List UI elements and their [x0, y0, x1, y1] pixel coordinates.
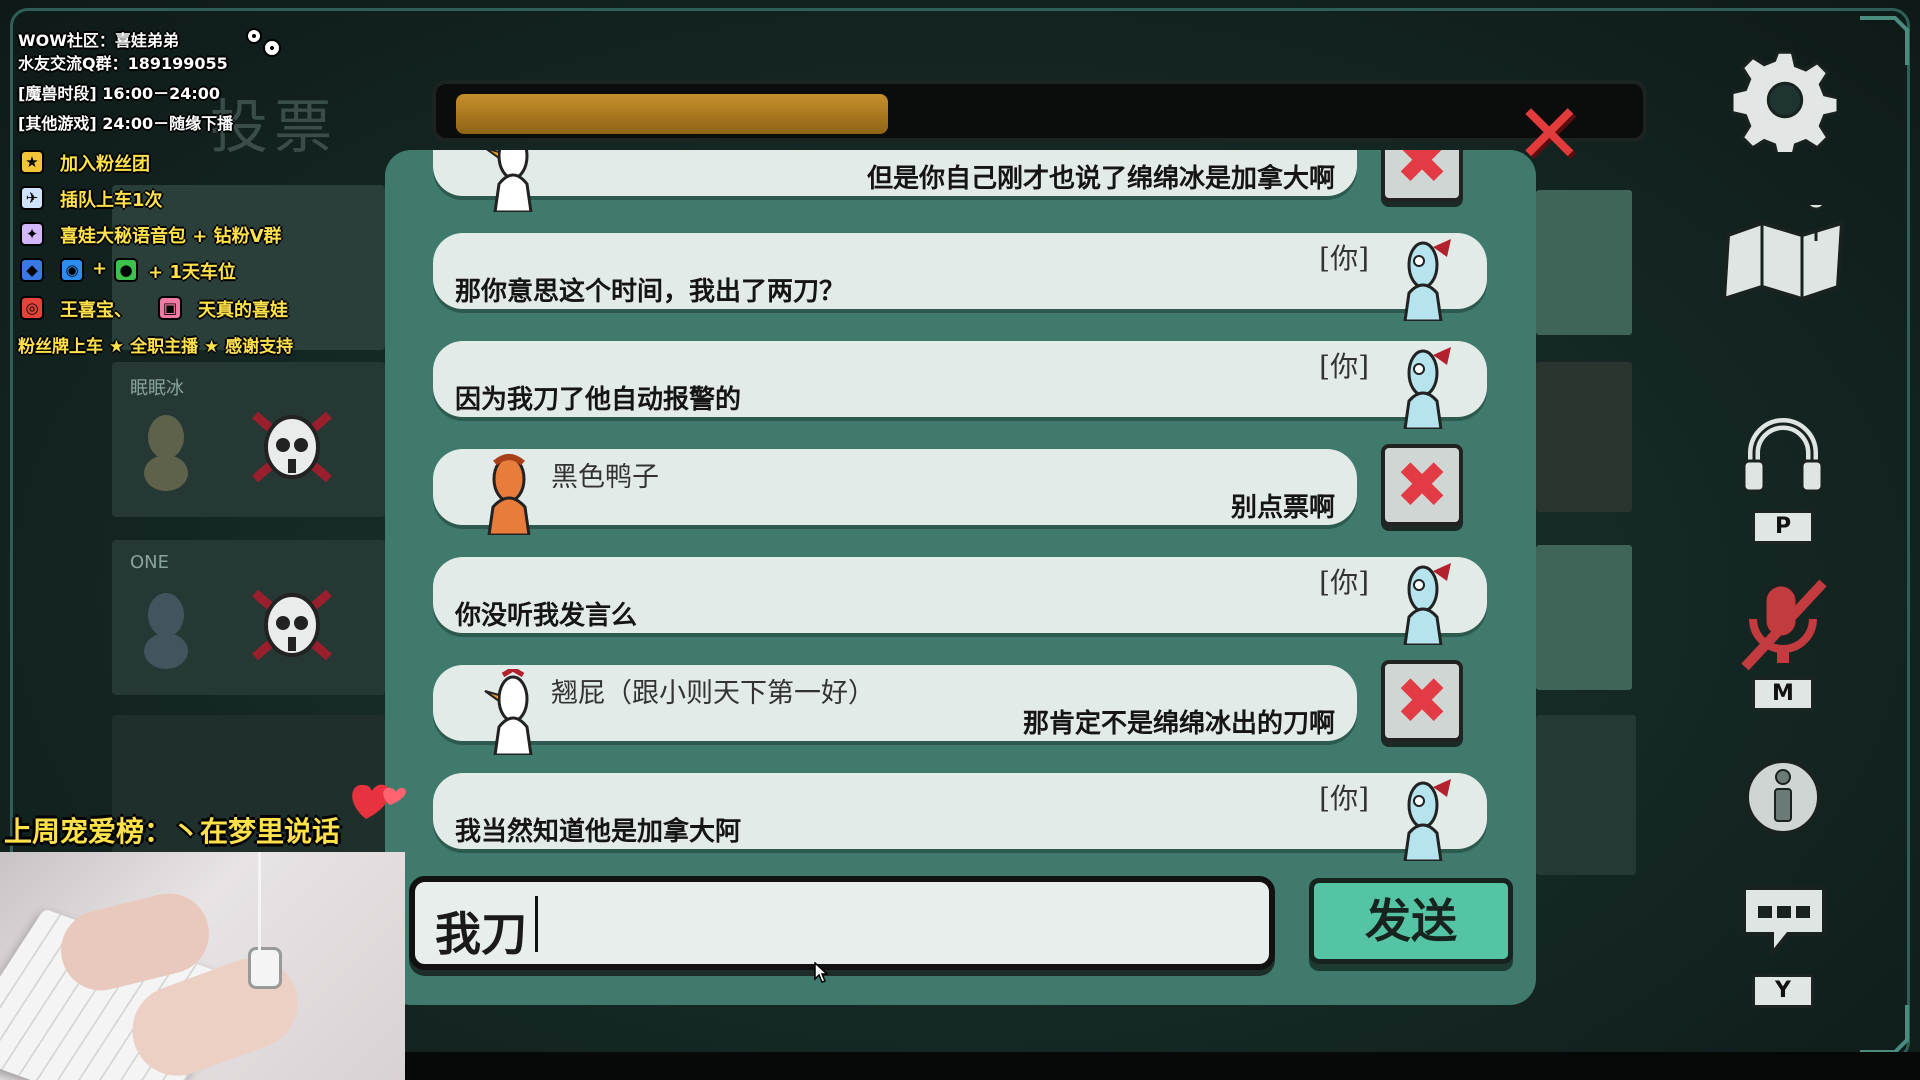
player-card-right: [1536, 715, 1636, 875]
report-x-icon: ✖: [1395, 665, 1449, 739]
qq-icon: ◆: [20, 258, 44, 282]
chat-message-text: 但是你自己刚才也说了绵绵冰是加拿大啊: [866, 164, 1335, 194]
chat-message-text: 我当然知道他是加拿大阿: [455, 817, 742, 847]
chat-message-text: 你没听我发言么: [455, 601, 638, 631]
chat-input-field[interactable]: 我刀: [409, 876, 1275, 970]
player-card-right[interactable]: [1536, 545, 1632, 690]
webcam-feed: [0, 852, 405, 1080]
chat-panel: 但是你自己刚才也说了绵绵冰是加拿大啊 ✖ [你] 那你意思这个时间，我出了两刀？…: [385, 150, 1536, 1005]
qq-channel-icon: ◉: [60, 258, 84, 282]
gear-icon[interactable]: [1733, 48, 1837, 152]
mute-key-label: M: [1752, 677, 1814, 711]
report-x-icon: ✖: [1395, 150, 1449, 199]
report-button[interactable]: ✖: [1381, 660, 1463, 742]
text-caret: [535, 896, 538, 952]
chat-message-self: [你] 你没听我发言么: [433, 557, 1487, 645]
overlay-item: +: [92, 258, 108, 279]
chat-message-list[interactable]: 但是你自己刚才也说了绵绵冰是加拿大啊 ✖ [你] 那你意思这个时间，我出了两刀？…: [385, 150, 1536, 870]
overlay-line: [其他游戏] 24:00－随缘下播: [18, 114, 234, 133]
chat-message-text: 那你意思这个时间，我出了两刀？: [455, 277, 846, 307]
player-card-right[interactable]: [1536, 190, 1632, 335]
plane-icon: ✈: [20, 186, 44, 210]
frame-corner-top-right: [1860, 16, 1909, 65]
eliminated-skull-icon: [252, 589, 332, 661]
headphone-cable-image: [258, 852, 261, 972]
dead-goose-avatar-icon: [144, 415, 188, 491]
watch-image: [248, 947, 282, 989]
chat-sender-name: 黑色鸭子: [551, 462, 659, 493]
chat-input-value: 我刀: [435, 907, 527, 961]
weibo-icon: ◎: [20, 296, 44, 320]
self-tag: [你]: [1319, 350, 1369, 383]
self-tag: [你]: [1319, 242, 1369, 275]
player-name: 眠眠冰: [130, 378, 184, 399]
goose-white-avatar-icon: [486, 150, 533, 212]
overlay-item: + 1天车位: [148, 262, 236, 283]
chat-message-text: 那肯定不是绵绵冰出的刀啊: [1022, 709, 1335, 739]
game-screen: 投票 眠眠冰 ONE ✕ P M Y 但是你自己刚才也说了绵绵冰是加拿大啊 ✖ …: [0, 0, 1920, 1080]
goose-white-avatar-icon: [484, 669, 533, 755]
self-tag: [你]: [1319, 782, 1369, 815]
mic-muted-icon[interactable]: [1735, 575, 1831, 675]
overlay-line: WOW社区：喜娃弟弟: [18, 31, 179, 50]
push-to-talk-key-label: P: [1752, 510, 1814, 544]
flower-decoration-icon: [246, 28, 281, 57]
self-tag: [你]: [1319, 566, 1369, 599]
chat-message-other: 但是你自己刚才也说了绵绵冰是加拿大啊: [433, 150, 1357, 212]
wechat-icon: ●: [114, 258, 138, 282]
frame-corner-bottom-right: [1860, 1005, 1909, 1054]
medal-icon: ✦: [20, 222, 44, 246]
vote-timer-fill: [456, 94, 888, 134]
report-button[interactable]: ✖: [1381, 444, 1463, 526]
chat-message-text: 因为我刀了他自动报警的: [455, 385, 742, 415]
chat-sender-name: 翘屁（跟小则天下第一好）: [551, 678, 875, 709]
overlay-item: 喜娃大秘语音包 + 钻粉V群: [60, 226, 282, 247]
overlay-item: 王喜宝、: [60, 300, 132, 321]
player-name: ONE: [130, 552, 170, 573]
player-card[interactable]: 眠眠冰: [112, 362, 385, 517]
report-x-icon: ✖: [1395, 449, 1449, 523]
goose-blue-avatar-icon: [1403, 347, 1451, 429]
eliminated-skull-icon: [252, 411, 332, 483]
player-card-right[interactable]: [1536, 362, 1632, 512]
bilibili-icon: ▣: [158, 296, 182, 320]
info-icon[interactable]: [1743, 755, 1823, 839]
hearts-icon: [352, 784, 406, 819]
vote-timer-bar: [432, 80, 1647, 142]
overlay-line: [魔兽时段] 16:00－24:00: [18, 84, 221, 103]
duck-orange-avatar-icon: [487, 454, 531, 535]
chat-message-other: 翘屁（跟小则天下第一好） 那肯定不是绵绵冰出的刀啊: [433, 665, 1357, 755]
chat-message-self: [你] 我当然知道他是加拿大阿: [433, 773, 1487, 861]
overlay-item: 天真的喜娃: [198, 300, 288, 321]
player-card[interactable]: ONE: [112, 540, 385, 695]
chat-key-label: Y: [1752, 974, 1814, 1008]
star-badge-icon: ★: [20, 150, 44, 174]
chat-bubble-icon[interactable]: [1738, 880, 1830, 960]
goose-blue-avatar-icon: [1403, 779, 1451, 861]
overlay-item: 插队上车1次: [60, 190, 163, 211]
chat-message-text: 别点票啊: [1230, 493, 1335, 523]
chat-message-other: 黑色鸭子 别点票啊: [433, 449, 1357, 535]
chat-message-self: [你] 那你意思这个时间，我出了两刀？: [433, 233, 1487, 321]
chat-message-self: [你] 因为我刀了他自动报警的: [433, 341, 1487, 429]
headphones-icon[interactable]: [1740, 415, 1826, 495]
goose-blue-avatar-icon: [1403, 563, 1451, 645]
dead-goose-avatar-icon: [144, 593, 188, 669]
mouse-cursor-icon: [814, 962, 828, 983]
bottom-bar: [405, 1052, 1920, 1080]
report-button[interactable]: ✖: [1381, 150, 1463, 202]
overlay-item: 加入粉丝团: [60, 154, 150, 175]
overlay-line: 水友交流Q群：189199055: [18, 54, 228, 73]
weekly-rank-text: 上周宠爱榜：丶在梦里说话: [4, 815, 341, 848]
goose-blue-avatar-icon: [1403, 239, 1451, 321]
send-button[interactable]: 发送: [1309, 878, 1513, 964]
overlay-footer: 粉丝牌上车 ★ 全职主播 ★ 感谢支持: [18, 337, 294, 357]
map-icon[interactable]: [1720, 205, 1850, 305]
